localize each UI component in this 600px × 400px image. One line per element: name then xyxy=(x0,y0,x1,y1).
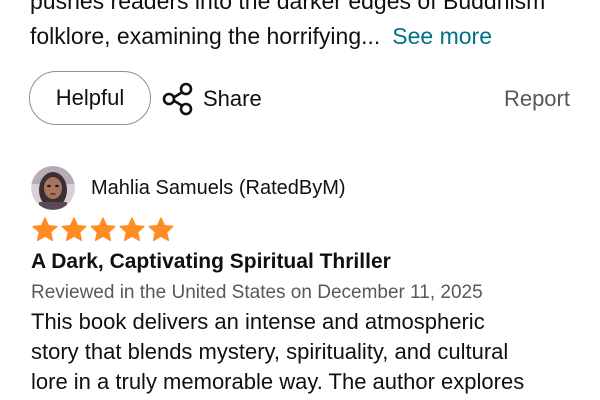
reviewer-name: Mahlia Samuels (RatedByM) xyxy=(91,176,346,199)
star-icon xyxy=(32,217,58,242)
review-actions: Helpful Share Report xyxy=(29,71,574,127)
review-body-line: This book delivers an intense and atmosp… xyxy=(31,309,485,334)
review-body-line: lore in a truly memorable way. The autho… xyxy=(31,369,525,394)
review-body-line: story that blends mystery, spirituality,… xyxy=(31,339,509,364)
share-icon xyxy=(162,82,193,116)
star-icon xyxy=(119,217,145,242)
see-more-link[interactable]: See more xyxy=(392,23,492,49)
share-label: Share xyxy=(203,86,262,111)
review-date: Reviewed in the United States on Decembe… xyxy=(31,282,483,303)
star-icon xyxy=(90,217,116,242)
previous-review-line-text: folklore, examining the horrifying... xyxy=(30,23,381,49)
previous-review-line: pushes readers into the darker edges of … xyxy=(30,0,546,14)
helpful-button[interactable]: Helpful xyxy=(29,71,151,125)
star-icon xyxy=(148,217,174,242)
review-body: This book delivers an intense and atmosp… xyxy=(31,307,591,397)
review-list-view: pushes readers into the darker edges of … xyxy=(0,0,600,400)
reviewer-profile[interactable]: Mahlia Samuels (RatedByM) xyxy=(31,164,346,212)
review-title[interactable]: A Dark, Captivating Spiritual Thriller xyxy=(31,250,391,274)
share-button[interactable]: Share xyxy=(162,79,262,119)
report-link[interactable]: Report xyxy=(504,86,570,112)
star-rating xyxy=(31,216,175,244)
previous-review-line: folklore, examining the horrifying... See… xyxy=(30,19,590,54)
star-icon xyxy=(61,217,87,242)
avatar xyxy=(31,166,75,210)
previous-review-text: pushes readers into the darker edges of … xyxy=(30,0,590,54)
